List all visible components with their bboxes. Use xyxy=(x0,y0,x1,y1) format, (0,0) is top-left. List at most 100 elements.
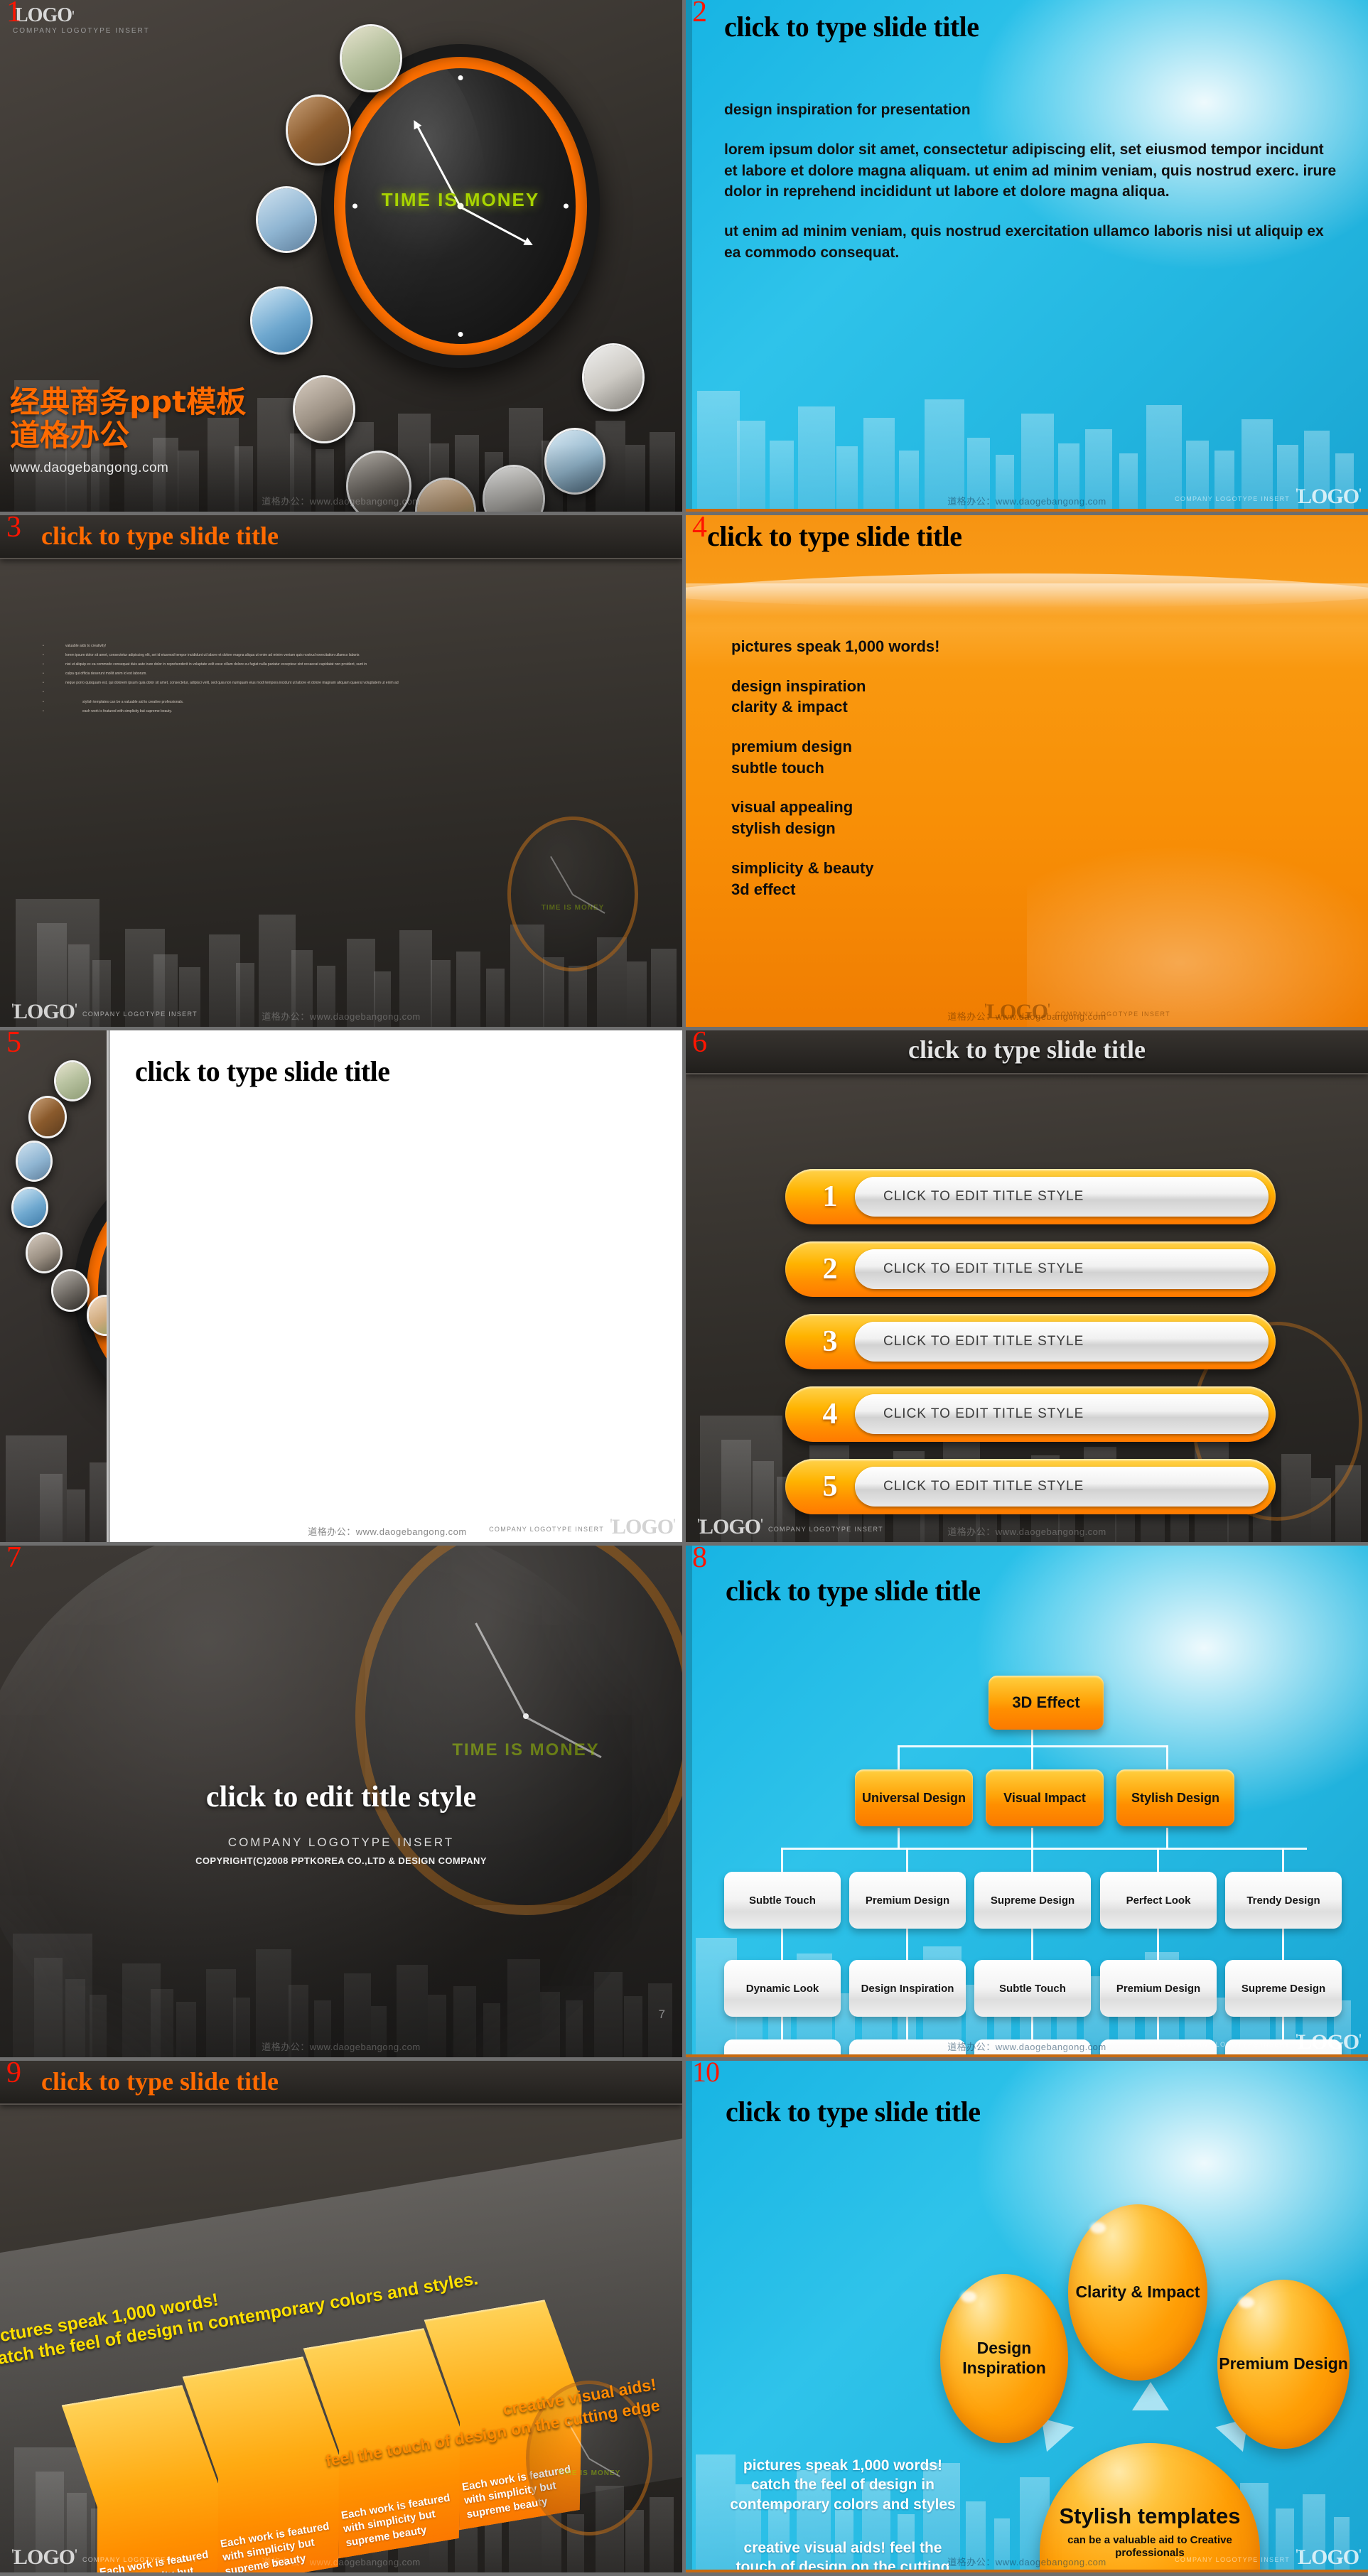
text-line: subtle touch xyxy=(731,758,824,777)
org-node-leaf[interactable]: Supreme Design xyxy=(1225,1960,1342,2017)
page-title[interactable]: click to type slide title xyxy=(707,519,962,553)
bubble-design-inspiration[interactable]: Design Inspiration xyxy=(940,2274,1068,2443)
logo-block: COMPANY LOGOTYPE INSERT 'LOGO' xyxy=(489,1515,676,1538)
org-node-leaf[interactable]: Subtle Touch xyxy=(724,1872,841,1929)
pill-caption[interactable]: CLICK TO EDIT TITLE STYLE xyxy=(855,1177,1269,1217)
slide-2[interactable]: 2 click to type slide title design inspi… xyxy=(686,0,1368,512)
spacer xyxy=(40,688,640,698)
slide-9[interactable]: 9 click to type slide title pictures spe… xyxy=(0,2061,682,2572)
org-node-leaf[interactable]: Design Inspiration xyxy=(849,1960,966,2017)
photo-bubble-airplane xyxy=(11,1187,48,1228)
photo-bubble-money xyxy=(54,1060,91,1101)
page-title[interactable]: click to type slide title xyxy=(724,10,979,43)
slide-number-7: 7 xyxy=(6,1546,21,1574)
page-title[interactable]: click to type slide title xyxy=(726,2095,981,2128)
paragraph-2-first-line: lorem ipsum dolor sit amet, consectetur xyxy=(724,141,1008,158)
text-group: design inspiration clarity & impact xyxy=(731,676,939,718)
org-node-leaf[interactable]: Dynamic Look xyxy=(724,1960,841,2017)
slide-number-8: 8 xyxy=(692,1546,707,1574)
connector-line xyxy=(1031,1745,1033,1772)
city-skyline xyxy=(0,1400,107,1542)
page-title[interactable]: click to type slide title xyxy=(41,521,279,551)
slide-10[interactable]: 10 click to type slide title Design Insp… xyxy=(686,2061,1368,2572)
logo-mark: 'LOGO' xyxy=(11,2545,77,2569)
footer-watermark: 道格办公：www.daogebangong.com xyxy=(262,2042,421,2052)
slide-number-4: 4 xyxy=(692,515,707,544)
pill-number: 5 xyxy=(822,1470,838,1503)
pill-row-4[interactable]: 4 CLICK TO EDIT TITLE STYLE xyxy=(785,1386,1276,1442)
logo-word: LOGO xyxy=(612,1515,674,1538)
connector-line xyxy=(1157,1929,1159,1960)
hero-url[interactable]: www.daogebangong.com xyxy=(10,460,168,476)
logo-mark: 'LOGO' xyxy=(1296,2030,1362,2054)
connector-line xyxy=(1031,1929,1033,1960)
logo-mark: 'LOGO' xyxy=(984,1000,1050,1023)
org-node-root[interactable]: 3D Effect xyxy=(989,1676,1104,1730)
connector-line xyxy=(1282,1848,1284,1872)
slide-1[interactable]: 'LOGO' COMPANY LOGOTYPE INSERT 1 TIME IS… xyxy=(0,0,682,512)
bubble-clarity-impact[interactable]: Clarity & Impact xyxy=(1068,2204,1207,2381)
photo-bubble-money xyxy=(340,24,402,92)
page-title[interactable]: click to edit title style xyxy=(0,1780,682,1814)
copy-block-1: pictures speak 1,000 words! catch the fe… xyxy=(730,2457,956,2513)
pill-number: 1 xyxy=(822,1180,838,1213)
bubble-premium-design[interactable]: Premium Design xyxy=(1217,2280,1350,2449)
org-node-leaf[interactable]: Premium Design xyxy=(1100,1960,1217,2017)
pill-row-3[interactable]: 3 CLICK TO EDIT TITLE STYLE xyxy=(785,1314,1276,1369)
slide-number-5: 5 xyxy=(6,1030,21,1059)
connector-line xyxy=(1282,1929,1284,1960)
paragraph-3-first-line: ut enim ad minim veniam, quis nostrud xyxy=(724,223,1001,240)
page-title[interactable]: click to type slide title xyxy=(726,1574,981,1607)
org-node-leaf[interactable]: Subtle Touch xyxy=(974,1960,1091,2017)
sub-bullet-item: stylish templates can be a valuable aid … xyxy=(40,698,640,707)
page-title[interactable]: click to type slide title xyxy=(686,1035,1368,1065)
logo-word: LOGO xyxy=(986,1000,1048,1023)
text-group: premium design subtle touch xyxy=(731,736,939,778)
pill-caption[interactable]: CLICK TO EDIT TITLE STYLE xyxy=(855,1467,1269,1507)
logo-block: 'LOGO' COMPANY LOGOTYPE INSERT xyxy=(11,2545,198,2569)
logo-mark: 'LOGO' xyxy=(1296,2545,1362,2569)
org-node-leaf[interactable]: Trendy Design xyxy=(1225,1872,1342,1929)
page-title[interactable]: click to type slide title xyxy=(41,2066,279,2096)
text-line: stylish design xyxy=(731,819,836,838)
pill-caption[interactable]: CLICK TO EDIT TITLE STYLE xyxy=(855,1249,1269,1289)
org-node-level2[interactable]: Visual Impact xyxy=(986,1769,1104,1826)
page-number: 7 xyxy=(658,2008,665,2021)
footer-watermark: 道格办公：www.daogebangong.com xyxy=(262,496,421,507)
slide-6[interactable]: 6 click to type slide title 1 CLICK TO E… xyxy=(686,1030,1368,1542)
text-line: clarity & impact xyxy=(731,698,848,716)
clock-label: TIME IS MONEY xyxy=(557,2469,621,2477)
pill-row-5[interactable]: 5 CLICK TO EDIT TITLE STYLE xyxy=(785,1459,1276,1514)
slide-4[interactable]: 4 click to type slide title pictures spe… xyxy=(686,515,1368,1027)
slide-7[interactable]: TIME IS MONEY 7 click to edit title styl… xyxy=(0,1546,682,2057)
logo-block: 'LOGO' COMPANY LOGOTYPE INSERT xyxy=(697,1515,883,1538)
text-line: simplicity & beauty xyxy=(731,858,874,877)
pill-number: 4 xyxy=(822,1398,838,1430)
gloss-highlight xyxy=(1090,2221,1106,2233)
pill-caption[interactable]: CLICK TO EDIT TITLE STYLE xyxy=(855,1322,1269,1362)
clock-label: TIME IS xyxy=(98,1281,107,1295)
pill-caption[interactable]: CLICK TO EDIT TITLE STYLE xyxy=(855,1394,1269,1434)
pill-number: 3 xyxy=(822,1325,838,1358)
org-node-level2[interactable]: Universal Design xyxy=(855,1769,973,1826)
logo-word: LOGO xyxy=(13,2545,75,2569)
org-node-leaf[interactable]: Perfect Look xyxy=(1100,1872,1217,1929)
slide-3[interactable]: 3 click to type slide title valuable aid… xyxy=(0,515,682,1027)
pill-row-1[interactable]: 1 CLICK TO EDIT TITLE STYLE xyxy=(785,1169,1276,1224)
photo-bubble-handshake-2 xyxy=(26,1232,63,1273)
org-node-level2[interactable]: Stylish Design xyxy=(1116,1769,1234,1826)
bullet-item: neque porro quisquam est, qui dolorem ip… xyxy=(40,679,640,688)
slide-8[interactable]: 8 click to type slide title 3D Effect Un… xyxy=(686,1546,1368,2057)
logo-mark: 'LOGO' xyxy=(697,1515,763,1538)
logo-caption: COMPANY LOGOTYPE INSERT xyxy=(1175,2041,1291,2048)
page-title[interactable]: click to type slide title xyxy=(135,1055,390,1088)
slide-5[interactable]: TIME IS 5 click to type slide title 道格办公… xyxy=(0,1030,682,1542)
org-node-leaf[interactable]: Premium Design xyxy=(849,1872,966,1929)
connector-line xyxy=(781,1848,1307,1850)
pill-row-2[interactable]: 2 CLICK TO EDIT TITLE STYLE xyxy=(785,1241,1276,1297)
hero-headline: 经典商务ppt模板 道格办公 xyxy=(10,385,246,452)
bubble-label: Premium Design xyxy=(1219,2354,1348,2373)
org-node-leaf[interactable]: Supreme Design xyxy=(974,1872,1091,1929)
pill-number: 2 xyxy=(822,1253,838,1286)
body-copy: design inspiration for presentation lore… xyxy=(724,99,1340,282)
